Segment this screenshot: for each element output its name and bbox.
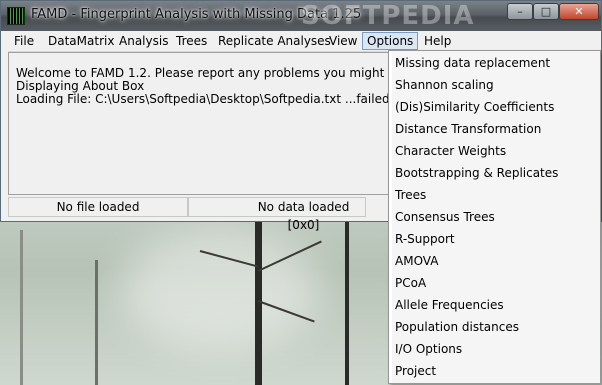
option-trees[interactable]: Trees [395, 184, 426, 206]
option-bootstrapping-replicates[interactable]: Bootstrapping & Replicates [395, 162, 558, 184]
app-icon[interactable] [7, 7, 25, 25]
menu-view[interactable]: View [325, 33, 361, 49]
option-character-weights[interactable]: Character Weights [395, 140, 506, 162]
log-line: Loading File: C:\Users\Softpedia\Desktop… [16, 92, 394, 106]
menu-trees[interactable]: Trees [172, 33, 211, 49]
data-status: No data loaded [0x0] [242, 197, 366, 232]
option-distance-transformation[interactable]: Distance Transformation [395, 118, 541, 140]
close-button[interactable]: ✕ [559, 3, 599, 20]
log-line: Displaying About Box [16, 79, 145, 93]
option-r-support[interactable]: R-Support [395, 228, 455, 250]
option-amova[interactable]: AMOVA [395, 250, 438, 272]
menu-bar: File DataMatrix Analysis Trees Replicate… [8, 31, 596, 52]
maximize-button[interactable]: □ [533, 3, 559, 20]
menu-file[interactable]: File [10, 33, 38, 49]
option-consensus-trees[interactable]: Consensus Trees [395, 206, 495, 228]
watermark: SOFTPEDIA [301, 1, 475, 31]
option-shannon-scaling[interactable]: Shannon scaling [395, 74, 494, 96]
option-io-options[interactable]: I/O Options [395, 338, 462, 360]
option-allele-frequencies[interactable]: Allele Frequencies [395, 294, 504, 316]
menu-datamatrix[interactable]: DataMatrix [44, 33, 118, 49]
option-similarity-coefficients[interactable]: (Dis)Similarity Coefficients [395, 96, 554, 118]
option-population-distances[interactable]: Population distances [395, 316, 519, 338]
menu-options[interactable]: Options [362, 32, 419, 50]
minimize-button[interactable]: – [507, 3, 533, 20]
menu-help[interactable]: Help [420, 33, 455, 49]
option-project[interactable]: Project [395, 360, 436, 382]
file-status: No file loaded [8, 197, 188, 217]
menu-analysis[interactable]: Analysis [115, 33, 172, 49]
title-bar[interactable]: FAMD - Fingerprint Analysis with Missing… [1, 1, 601, 31]
menu-replicate-analyses[interactable]: Replicate Analyses [214, 33, 335, 49]
options-dropdown: Missing data replacement Shannon scaling… [388, 50, 601, 384]
option-missing-data-replacement[interactable]: Missing data replacement [395, 52, 550, 74]
option-pcoa[interactable]: PCoA [395, 272, 426, 294]
